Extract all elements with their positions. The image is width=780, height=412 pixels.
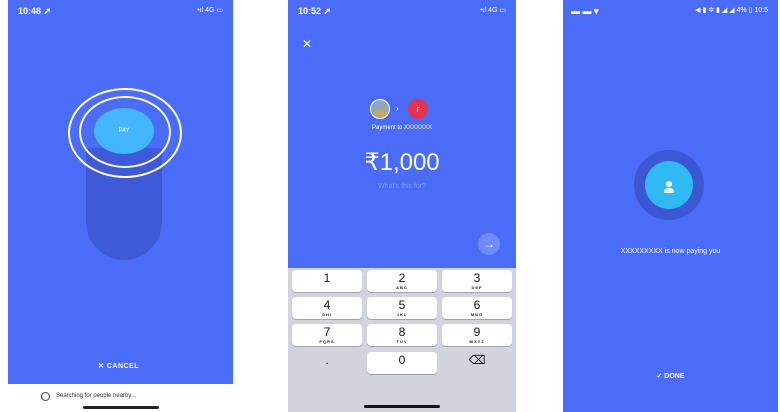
chevron-right-icon: › (396, 104, 399, 113)
key-5[interactable]: 5 JKL (367, 297, 437, 319)
status-indicators: •ıl 4G ▭ (197, 7, 223, 14)
status-indicators: •ıl 4G ▭ (480, 7, 506, 14)
key-9[interactable]: 9 WXYZ (442, 324, 512, 346)
status-indicators: ◀ ▮ ✲ ▮ ◢ ◢ 4% ▯ 10:5 (695, 7, 768, 14)
key-0[interactable]: 0 (367, 352, 437, 374)
screen-search-nearby: 10:48 ➚ •ıl 4G ▭ PAY ✕ CANCEL Searching … (8, 0, 233, 412)
screen-enter-amount: 10:52 ➚ •ıl 4G ▭ ✕ › r Payment to XXXXXX… (288, 0, 516, 412)
pay-button[interactable]: PAY (94, 108, 154, 154)
key-4[interactable]: 4 GHI (292, 297, 362, 319)
status-bar: ▬ ▬ ▾ ◀ ▮ ✲ ▮ ◢ ◢ 4% ▯ 10:5 (563, 0, 778, 22)
status-bar: 10:48 ➚ •ıl 4G ▭ (8, 0, 233, 22)
backspace-icon[interactable]: ⌫ (442, 352, 512, 374)
key-decimal[interactable]: . (292, 352, 362, 374)
close-icon[interactable]: ✕ (302, 37, 312, 51)
cancel-label: CANCEL (106, 363, 139, 370)
home-indicator (83, 406, 159, 409)
key-3[interactable]: 3 DEF (442, 270, 512, 292)
amount-value[interactable]: ₹1,000 (288, 148, 516, 177)
recipient-avatar: r (408, 99, 428, 119)
status-notifications: ▬ ▬ ▾ (571, 6, 599, 16)
key-7[interactable]: 7 PQRS (292, 324, 362, 346)
home-indicator (364, 405, 440, 408)
amount-header (288, 0, 516, 268)
status-bar: 10:52 ➚ •ıl 4G ▭ (288, 0, 516, 22)
paying-status-text: XXXXXXXXX is now paying you (620, 248, 721, 255)
close-icon: ✕ (98, 363, 105, 370)
broadcast-icon (41, 392, 50, 401)
key-8[interactable]: 8 TUV (367, 324, 437, 346)
person-icon (666, 181, 672, 187)
done-button[interactable]: ✓ DONE (563, 372, 778, 380)
screen-being-paid: ▬ ▬ ▾ ◀ ▮ ✲ ▮ ◢ ◢ 4% ▯ 10:5 XXXXXXXXX is… (563, 0, 778, 412)
cancel-button[interactable]: ✕ CANCEL (98, 362, 139, 370)
status-time: 10:48 ➚ (18, 6, 52, 16)
purpose-input[interactable]: What's this for? (288, 183, 516, 190)
key-2[interactable]: 2 ABC (367, 270, 437, 292)
status-time: 10:52 ➚ (298, 6, 332, 16)
searching-text: Searching for people nearby... (56, 393, 136, 399)
payer-avatar (370, 99, 390, 119)
key-6[interactable]: 6 MNO (442, 297, 512, 319)
person-icon-body (664, 188, 674, 193)
payment-to-label: Payment to XXXXXXX (371, 125, 433, 131)
key-1[interactable]: 1 (292, 270, 362, 292)
arrow-right-icon[interactable]: → (478, 233, 500, 255)
